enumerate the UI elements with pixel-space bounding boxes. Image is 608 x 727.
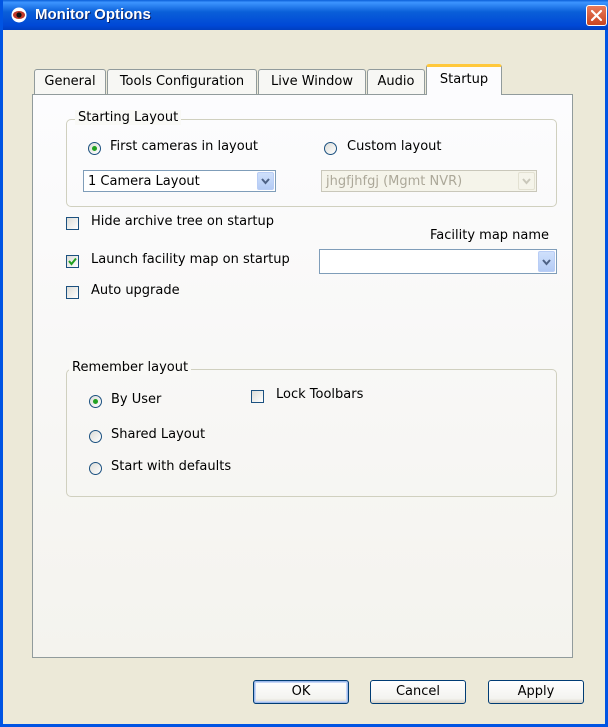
title-bar[interactable]: Monitor Options <box>3 0 608 30</box>
auto-upgrade-label: Auto upgrade <box>91 283 180 298</box>
lock-toolbars-checkbox[interactable] <box>251 390 264 403</box>
ok-button[interactable]: OK <box>253 680 349 704</box>
launch-facility-checkbox[interactable] <box>66 255 79 268</box>
starting-layout-group: Starting Layout First cameras in layout … <box>66 110 557 207</box>
layout-select-value: 1 Camera Layout <box>88 174 200 189</box>
by-user-radio[interactable] <box>89 395 102 408</box>
custom-layout-select: jhgfjhfgj (Mgmt NVR) <box>321 170 537 192</box>
window-title: Monitor Options <box>35 6 151 23</box>
facility-map-name-label: Facility map name <box>430 228 550 243</box>
custom-layout-radio[interactable] <box>324 142 337 155</box>
camera-eye-icon <box>11 7 27 23</box>
starting-layout-legend: Starting Layout <box>75 110 182 125</box>
start-defaults-label: Start with defaults <box>111 459 232 474</box>
remember-layout-legend: Remember layout <box>69 360 192 375</box>
lock-toolbars-label: Lock Toolbars <box>276 387 364 402</box>
hide-archive-checkbox[interactable] <box>66 217 79 230</box>
tab-startup-label: Startup <box>439 72 489 87</box>
tab-audio-label: Audio <box>377 74 415 89</box>
facility-map-select[interactable] <box>319 249 557 274</box>
launch-facility-label: Launch facility map on startup <box>91 252 290 267</box>
custom-layout-label: Custom layout <box>347 139 442 154</box>
chevron-down-icon <box>542 259 551 266</box>
chevron-down-icon <box>522 178 531 185</box>
by-user-label: By User <box>111 392 162 407</box>
first-cameras-label: First cameras in layout <box>110 139 259 154</box>
start-defaults-radio[interactable] <box>89 462 102 475</box>
shared-layout-label: Shared Layout <box>111 427 206 442</box>
layout-select-dropdown-button[interactable] <box>257 172 274 190</box>
tab-general[interactable]: General <box>34 69 106 94</box>
custom-layout-select-value: jhgfjhfgj (Mgmt NVR) <box>326 174 463 189</box>
hide-archive-label: Hide archive tree on startup <box>91 214 274 229</box>
monitor-options-window: Monitor Options General Tools Configurat… <box>0 0 608 727</box>
chevron-down-icon <box>261 178 270 185</box>
layout-select[interactable]: 1 Camera Layout <box>83 170 276 192</box>
tab-startup[interactable]: Startup <box>426 64 502 95</box>
tab-tools-configuration[interactable]: Tools Configuration <box>107 69 257 94</box>
checkmark-icon <box>68 257 77 266</box>
tab-audio[interactable]: Audio <box>367 69 425 94</box>
apply-button[interactable]: Apply <box>488 680 584 704</box>
cancel-button[interactable]: Cancel <box>370 680 466 704</box>
tab-live-window-label: Live Window <box>271 74 353 89</box>
custom-layout-dropdown-button <box>518 172 535 190</box>
remember-layout-group: Remember layout By User Shared Layout St… <box>66 360 557 497</box>
tab-tools-configuration-label: Tools Configuration <box>119 74 245 89</box>
close-button[interactable] <box>586 5 607 26</box>
facility-map-dropdown-button[interactable] <box>538 251 555 272</box>
auto-upgrade-checkbox[interactable] <box>66 286 79 299</box>
tab-general-label: General <box>44 74 96 89</box>
startup-tab-panel: Starting Layout First cameras in layout … <box>32 94 573 658</box>
tab-live-window[interactable]: Live Window <box>258 69 366 94</box>
close-icon <box>590 9 603 22</box>
shared-layout-radio[interactable] <box>89 430 102 443</box>
first-cameras-radio[interactable] <box>88 142 101 155</box>
